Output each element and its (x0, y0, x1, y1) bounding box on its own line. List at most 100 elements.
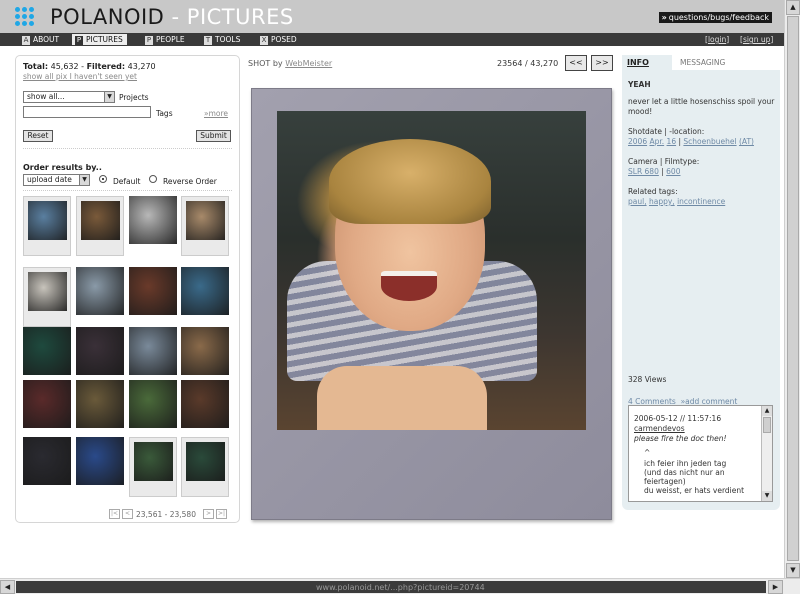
thumbnail-image (129, 196, 177, 244)
thumbnail[interactable] (129, 437, 177, 497)
tag-link[interactable]: incontinence (677, 197, 725, 206)
filtered-label: Filtered: (86, 62, 126, 71)
thumbnail-image (129, 267, 177, 315)
thumbnail[interactable] (76, 380, 124, 440)
thumbnail[interactable] (23, 267, 71, 327)
thumbnail[interactable] (23, 196, 71, 256)
submit-button[interactable]: Submit (196, 130, 231, 142)
show-select-value: show all... (27, 92, 65, 101)
logo-icon[interactable] (15, 7, 35, 27)
thumbnail[interactable] (76, 327, 124, 387)
thumbnail[interactable] (23, 437, 71, 497)
thumbnail[interactable] (181, 196, 229, 256)
tab-messaging[interactable]: MESSAGING (680, 55, 725, 70)
thumbnail[interactable] (181, 327, 229, 387)
thumbnail-image (81, 201, 120, 240)
comment-author[interactable]: carmendevos (634, 424, 685, 433)
nav-people[interactable]: P PEOPLE (145, 34, 185, 45)
tag-link[interactable]: paul, (628, 197, 647, 206)
signup-link[interactable]: [sign up] (740, 34, 773, 45)
thumbnail[interactable] (76, 267, 124, 327)
scroll-thumb[interactable] (763, 417, 771, 433)
thumbnail[interactable] (23, 380, 71, 440)
country-link[interactable]: (AT) (739, 137, 754, 146)
order-reverse-radio[interactable] (149, 175, 157, 183)
comment-scrollbar[interactable]: ▲ ▼ (761, 406, 772, 501)
scroll-up-icon[interactable]: ▲ (786, 0, 800, 15)
thumbnail[interactable] (23, 327, 71, 387)
camera-label: Camera | Filmtype: (628, 157, 700, 166)
show-select[interactable]: show all... ▼ (23, 91, 115, 103)
scroll-thumb[interactable]: www.polanoid.net/...php?pictureid=20744 (16, 581, 766, 593)
more-link[interactable]: »more (204, 109, 228, 118)
pager-first[interactable]: |< (109, 509, 120, 519)
polaroid-photo[interactable] (251, 88, 612, 520)
show-unseen-link[interactable]: show all pix I haven't seen yet (23, 72, 137, 81)
order-select[interactable]: upload date ▼ (23, 174, 90, 186)
views-label: Views (644, 375, 667, 384)
nav-label: PEOPLE (156, 35, 185, 44)
year-link[interactable]: 2006 (628, 137, 647, 146)
thumbnail-image (129, 327, 177, 375)
nav-key: P (75, 36, 83, 45)
page-horizontal-scrollbar[interactable]: ◀ www.polanoid.net/...php?pictureid=2074… (0, 578, 800, 594)
order-default-radio[interactable] (99, 175, 107, 183)
thumbnail-image (28, 272, 67, 311)
thumbnail[interactable] (76, 437, 124, 497)
tags-input[interactable] (23, 106, 151, 118)
scroll-up-icon[interactable]: ▲ (762, 406, 772, 416)
photo-image (277, 111, 586, 430)
nav-pictures[interactable]: P PICTURES (72, 34, 127, 45)
pager-next[interactable]: > (203, 509, 214, 519)
views-count: 328 (628, 375, 643, 384)
thumbnail[interactable] (129, 327, 177, 387)
comment-reply-line: du weisst, er hats verdient (644, 486, 745, 495)
month-link[interactable]: Apr. (649, 137, 664, 146)
thumbnail[interactable] (181, 380, 229, 440)
views: 328 Views (628, 375, 778, 385)
thumbnail[interactable] (129, 196, 177, 256)
author-link[interactable]: WebMeister (285, 59, 332, 68)
nav-about[interactable]: A ABOUT (22, 34, 59, 45)
thumbnail-image (76, 327, 124, 375)
nav-label: PICTURES (86, 35, 123, 44)
next-picture-button[interactable]: >> (591, 55, 613, 71)
reset-button[interactable]: Reset (23, 130, 53, 142)
page-vertical-scrollbar[interactable]: ▲ ▼ (784, 0, 800, 578)
scroll-left-icon[interactable]: ◀ (0, 580, 15, 594)
filtered-count: 43,270 (127, 62, 156, 71)
nav-posed[interactable]: X POSED (260, 34, 297, 45)
thumbnail[interactable] (76, 196, 124, 256)
scroll-right-icon[interactable]: ▶ (768, 580, 783, 594)
comment-reply-line: feiertagen) (644, 477, 686, 486)
comment-box[interactable]: 2006-05-12 // 11:57:16 carmendevos pleas… (628, 405, 773, 502)
tag-link[interactable]: happy, (649, 197, 675, 206)
logo-section: - PICTURES (171, 5, 294, 29)
totals: Total: 45,632 - Filtered: 43,270 (23, 62, 156, 71)
film-link[interactable]: 600 (666, 167, 680, 176)
tab-info[interactable]: INFO (622, 55, 672, 70)
scroll-down-icon[interactable]: ▼ (762, 491, 772, 501)
shotdate-label: Shotdate | -location: (628, 127, 705, 136)
order-label: Order results by.. (23, 163, 102, 172)
thumbnail[interactable] (129, 267, 177, 327)
scroll-thumb[interactable] (787, 16, 799, 561)
camera-link[interactable]: SLR 680 (628, 167, 659, 176)
site-logo[interactable]: POLANOID - PICTURES (50, 5, 294, 29)
thumbnail[interactable] (181, 267, 229, 327)
scroll-down-icon[interactable]: ▼ (786, 563, 800, 578)
prev-picture-button[interactable]: << (565, 55, 587, 71)
thumbnail[interactable] (129, 380, 177, 440)
shot-by-label: SHOT by (248, 59, 283, 68)
day-link[interactable]: 16 (667, 137, 677, 146)
pager-prev[interactable]: < (122, 509, 133, 519)
order-select-value: upload date (27, 175, 72, 184)
feedback-link[interactable]: » questions/bugs/feedback (658, 12, 772, 23)
login-link[interactable]: [login] (705, 34, 729, 45)
thumbnail-image (76, 380, 124, 428)
nav-tools[interactable]: T TOOLS (204, 34, 240, 45)
thumbnail[interactable] (181, 437, 229, 497)
pager-last[interactable]: >| (216, 509, 227, 519)
total-count: 45,632 (50, 62, 79, 71)
location-link[interactable]: Schoenbuehel (683, 137, 736, 146)
